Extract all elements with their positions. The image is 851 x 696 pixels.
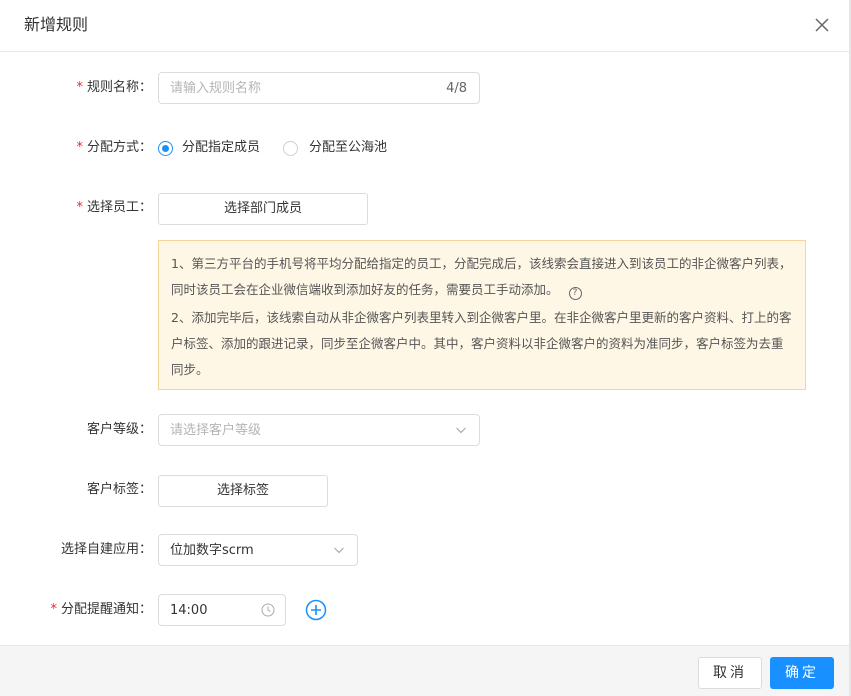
required-mark: *: [50, 602, 57, 617]
rule-name-placeholder: 请输入规则名称: [170, 81, 262, 96]
dialog-footer: 取消 确定: [0, 645, 851, 696]
select-department-members-button[interactable]: 选择部门成员: [158, 193, 368, 225]
dialog-body: * 规则名称： 请输入规则名称 4/8 * 分配方式： 分配指定成员 分配至公海池 …: [0, 53, 851, 645]
radio-assign-pool[interactable]: [283, 141, 298, 156]
dialog-header: 新增规则: [0, 0, 851, 52]
confirm-button[interactable]: 确定: [770, 657, 834, 689]
rule-name-label: * 规则名称：: [76, 80, 152, 95]
app-select-value: 位加数字scrm: [170, 543, 254, 558]
notice-box: 1、第三方平台的手机号将平均分配给指定的员工，分配完成后，该线索会直接进入到该员…: [158, 240, 806, 390]
radio-assign-member-label[interactable]: 分配指定成员: [182, 138, 260, 158]
question-circle-icon[interactable]: ?: [568, 287, 582, 300]
customer-level-placeholder: 请选择客户等级: [170, 423, 262, 438]
dialog-title: 新增规则: [24, 15, 89, 34]
add-rule-dialog: 新增规则 * 规则名称： 请输入规则名称 4/8 * 分配方式： 分配指定成员 分配…: [0, 0, 851, 696]
select-app-label: 选择自建应用：: [60, 542, 152, 557]
app-select[interactable]: 位加数字scrm: [158, 534, 358, 566]
notify-time-value: 14:00: [170, 603, 208, 618]
customer-tags-label: 客户标签：: [86, 482, 152, 497]
clock-icon: [261, 603, 275, 617]
required-mark: *: [76, 200, 83, 215]
radio-assign-member[interactable]: [158, 141, 173, 156]
select-staff-label: * 选择员工：: [76, 200, 152, 215]
notify-time-input[interactable]: 14:00: [158, 594, 286, 626]
char-counter: 4/8: [446, 81, 467, 96]
notice-line-1: 1、第三方平台的手机号将平均分配给指定的员工，分配完成后，该线索会直接进入到该员…: [171, 256, 792, 300]
select-tags-button[interactable]: 选择标签: [158, 475, 328, 507]
cancel-button[interactable]: 取消: [698, 657, 762, 689]
customer-level-label: 客户等级：: [86, 422, 152, 437]
assign-mode-label: * 分配方式：: [76, 140, 152, 155]
notice-line-2: 2、添加完毕后，该线索自动从非企微客户列表里转入到企微客户里。在非企微客户里更新…: [171, 310, 792, 377]
close-icon[interactable]: [813, 16, 831, 34]
required-mark: *: [76, 80, 83, 95]
radio-assign-pool-label[interactable]: 分配至公海池: [309, 138, 387, 158]
chevron-down-icon: [334, 547, 344, 554]
rule-name-input[interactable]: 请输入规则名称 4/8: [158, 72, 480, 104]
notify-label: * 分配提醒通知：: [50, 602, 152, 617]
chevron-down-icon: [456, 427, 466, 434]
customer-level-select[interactable]: 请选择客户等级: [158, 414, 480, 446]
required-mark: *: [76, 140, 83, 155]
plus-circle-icon[interactable]: [305, 599, 327, 621]
